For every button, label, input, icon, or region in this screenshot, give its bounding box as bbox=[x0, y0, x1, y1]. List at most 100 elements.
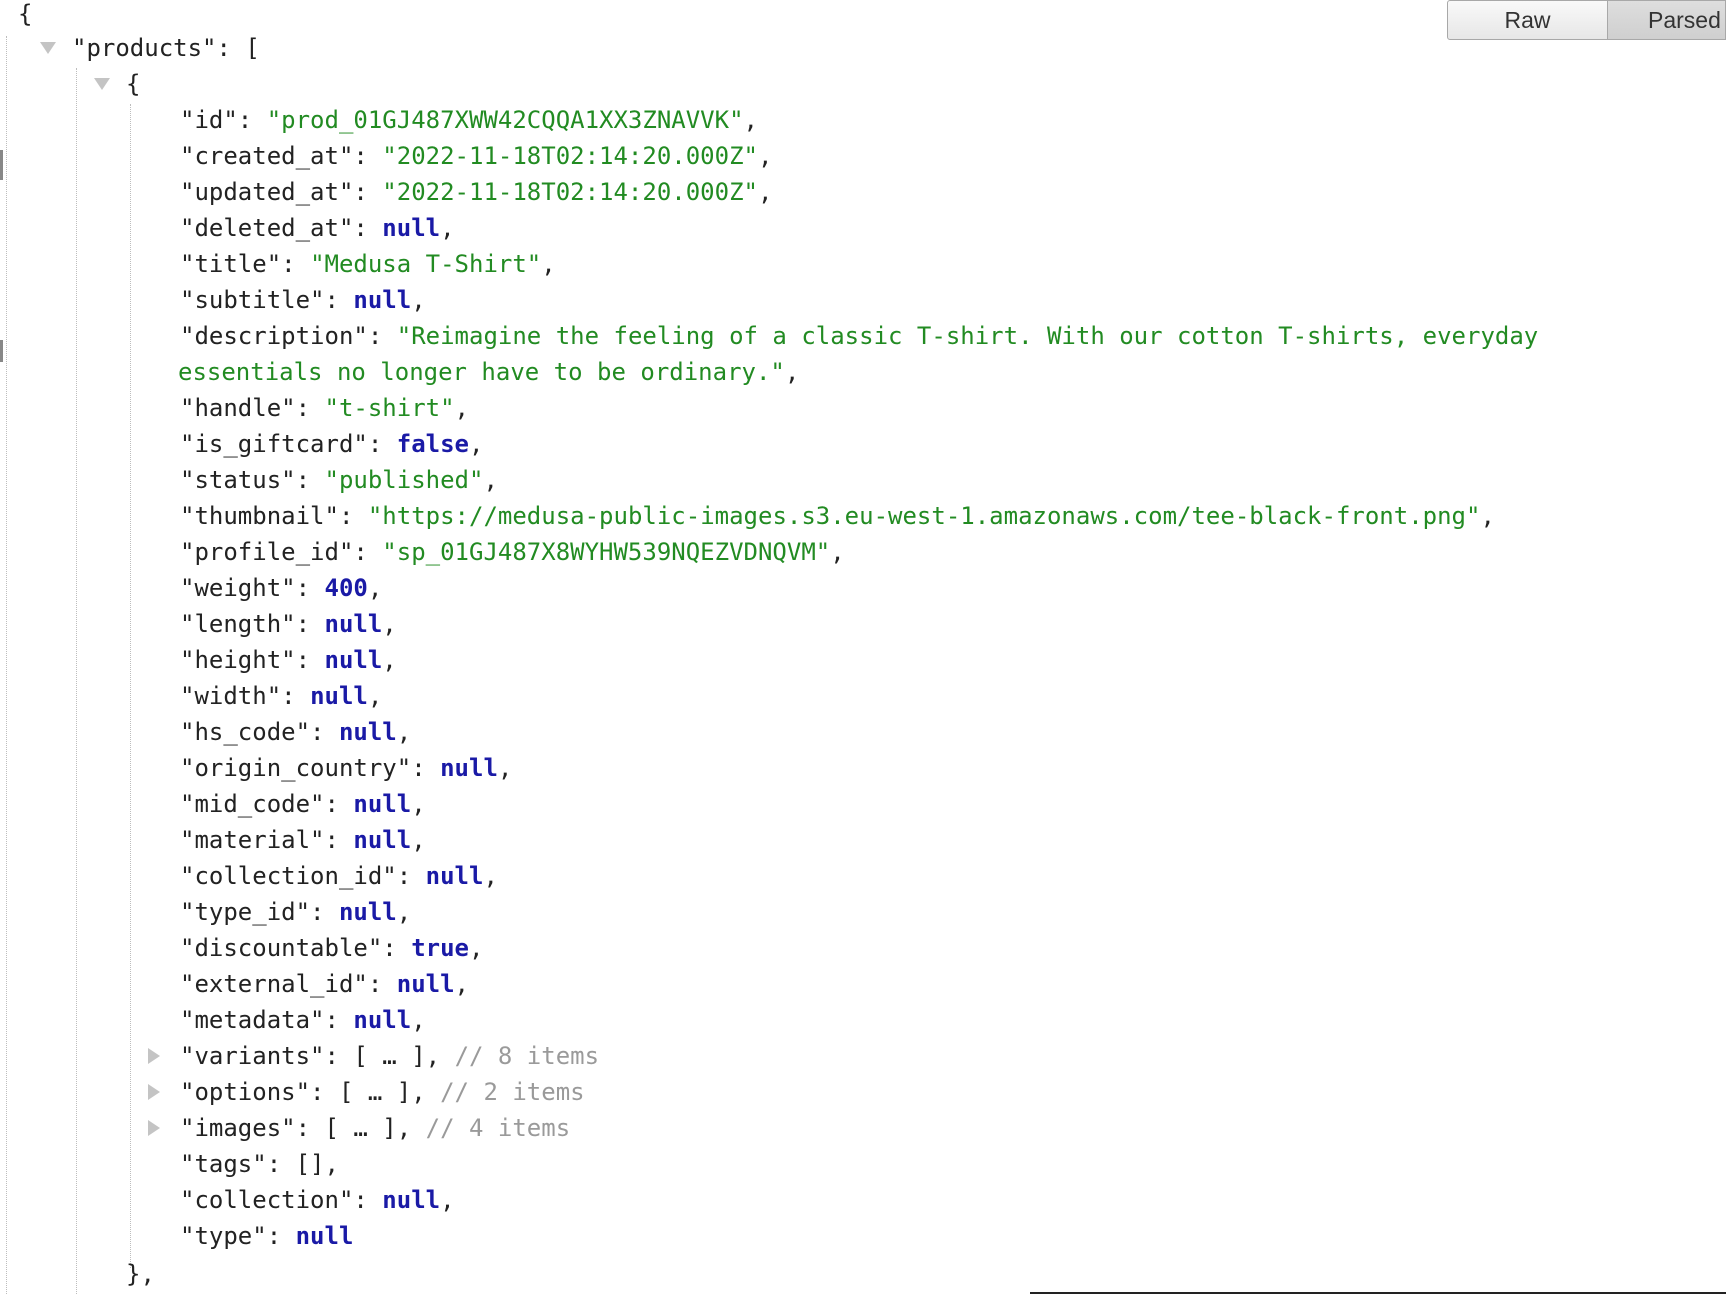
json-punct: , bbox=[425, 1042, 441, 1070]
json-value: "https://medusa-public-images.s3.eu-west… bbox=[367, 502, 1481, 530]
json-key: "description" bbox=[180, 322, 368, 350]
json-punct: , bbox=[454, 970, 469, 998]
json-item-close: }, bbox=[126, 1260, 155, 1288]
json-key: "thumbnail" bbox=[180, 502, 339, 530]
json-punct: , bbox=[382, 610, 397, 638]
scroll-edge-mark bbox=[0, 340, 3, 362]
json-punct: , bbox=[757, 142, 773, 170]
json-key: "collection_id" bbox=[180, 862, 397, 890]
json-value: 400 bbox=[324, 574, 368, 602]
json-key: "width" bbox=[180, 682, 282, 710]
json-field-line: "tags": [], bbox=[180, 1150, 339, 1178]
json-punct: , bbox=[830, 538, 845, 566]
json-field-line: "thumbnail": "https://medusa-public-imag… bbox=[180, 502, 1495, 530]
json-value: null bbox=[440, 754, 498, 782]
json-value: "prod_01GJ487XWW42CQQA1XX3ZNAVVK" bbox=[266, 106, 744, 134]
json-key: "length" bbox=[180, 610, 296, 638]
json-item-count-comment: // 8 items bbox=[454, 1042, 600, 1070]
json-field-line: "material": null, bbox=[180, 826, 426, 854]
json-field-line: "length": null, bbox=[180, 610, 397, 638]
expand-options-toggle[interactable] bbox=[148, 1084, 160, 1100]
json-punct: , bbox=[483, 862, 498, 890]
json-key: "metadata" bbox=[180, 1006, 325, 1034]
json-field-line: "weight": 400, bbox=[180, 574, 383, 602]
json-punct: , bbox=[757, 178, 773, 206]
expand-variants-toggle[interactable] bbox=[148, 1048, 160, 1064]
json-value: null bbox=[353, 790, 412, 818]
json-key: "id" bbox=[180, 106, 238, 134]
json-value: "sp_01GJ487X8WYHW539NQEZVDNQVM" bbox=[382, 538, 831, 566]
json-field-line: "collection_id": null, bbox=[180, 862, 498, 890]
json-field-line: "height": null, bbox=[180, 646, 397, 674]
json-punct: , bbox=[382, 646, 397, 674]
json-root-open: { bbox=[18, 0, 33, 28]
collapse-item-toggle[interactable] bbox=[94, 78, 110, 90]
json-value: "2022-11-18T02:14:20.000Z" bbox=[382, 178, 758, 206]
json-field-line: "profile_id": "sp_01GJ487X8WYHW539NQEZVD… bbox=[180, 538, 845, 566]
json-punct: , bbox=[411, 1006, 426, 1034]
json-key: "tags" bbox=[180, 1150, 267, 1178]
json-products-line: "products": [ bbox=[72, 34, 260, 62]
indent-guide bbox=[6, 36, 7, 1294]
json-item-count-comment: // 4 items bbox=[425, 1114, 571, 1142]
json-punct: , bbox=[411, 826, 426, 854]
json-value: null bbox=[324, 610, 383, 638]
raw-view-button[interactable]: Raw bbox=[1447, 0, 1608, 40]
json-value: null bbox=[382, 214, 441, 242]
json-field-line: "id": "prod_01GJ487XWW42CQQA1XX3ZNAVVK", bbox=[180, 106, 758, 134]
json-value: [] bbox=[295, 1150, 325, 1178]
json-field-line: "collection": null, bbox=[180, 1186, 455, 1214]
json-punct: , bbox=[411, 790, 426, 818]
json-collapsed-line: "variants": [ … ], // 8 items bbox=[180, 1042, 600, 1070]
json-punct: , bbox=[411, 286, 426, 314]
json-key: "type" bbox=[180, 1222, 267, 1250]
json-punct: , bbox=[440, 214, 455, 242]
json-key: "title" bbox=[180, 250, 282, 278]
json-value: false bbox=[396, 430, 469, 458]
json-punct: , bbox=[469, 934, 484, 962]
json-field-line: "discountable": true, bbox=[180, 934, 484, 962]
json-field-line: "width": null, bbox=[180, 682, 383, 710]
json-key: "status" bbox=[180, 466, 296, 494]
json-key: "collection" bbox=[180, 1186, 354, 1214]
json-punct: , bbox=[483, 466, 498, 494]
json-value: null bbox=[382, 1186, 441, 1214]
json-punct: , bbox=[454, 394, 469, 422]
json-item-open: { bbox=[126, 70, 141, 98]
json-key: "subtitle" bbox=[180, 286, 325, 314]
json-key: "profile_id" bbox=[180, 538, 354, 566]
json-punct: , bbox=[396, 1114, 412, 1142]
json-item-count-comment: // 2 items bbox=[440, 1078, 585, 1106]
json-field-line: "hs_code": null, bbox=[180, 718, 412, 746]
json-key: "weight" bbox=[180, 574, 296, 602]
json-key: "origin_country" bbox=[180, 754, 412, 782]
json-punct: , bbox=[469, 430, 484, 458]
json-collapsed-value: [ … ] bbox=[353, 1042, 426, 1070]
json-value: null bbox=[338, 718, 397, 746]
json-punct: , bbox=[324, 1150, 339, 1178]
json-key: "material" bbox=[180, 826, 325, 854]
expand-images-toggle[interactable] bbox=[148, 1120, 160, 1136]
json-field-line: "updated_at": "2022-11-18T02:14:20.000Z"… bbox=[180, 178, 773, 206]
json-punct: , bbox=[411, 1078, 426, 1106]
parsed-view-button[interactable]: Parsed bbox=[1608, 0, 1726, 40]
json-collapsed-line: "options": [ … ], // 2 items bbox=[180, 1078, 585, 1106]
json-punct: , bbox=[743, 106, 758, 134]
json-value: null bbox=[324, 646, 383, 674]
json-key: "external_id" bbox=[180, 970, 368, 998]
json-value: true bbox=[411, 934, 469, 962]
json-value: null bbox=[396, 970, 455, 998]
json-key: "products" bbox=[72, 34, 217, 62]
json-field-line: "type_id": null, bbox=[180, 898, 412, 926]
json-key: "handle" bbox=[180, 394, 296, 422]
json-punct: , bbox=[784, 358, 800, 386]
json-value: "Reimagine the feeling of a classic T-sh… bbox=[396, 322, 1539, 350]
json-punct: , bbox=[541, 250, 556, 278]
indent-guide bbox=[130, 104, 131, 1268]
json-key: "options" bbox=[180, 1078, 311, 1106]
collapse-products-toggle[interactable] bbox=[40, 42, 56, 54]
json-key: "discountable" bbox=[180, 934, 383, 962]
json-value: null bbox=[353, 826, 412, 854]
json-field-line: "status": "published", bbox=[180, 466, 498, 494]
json-value: null bbox=[310, 682, 368, 710]
